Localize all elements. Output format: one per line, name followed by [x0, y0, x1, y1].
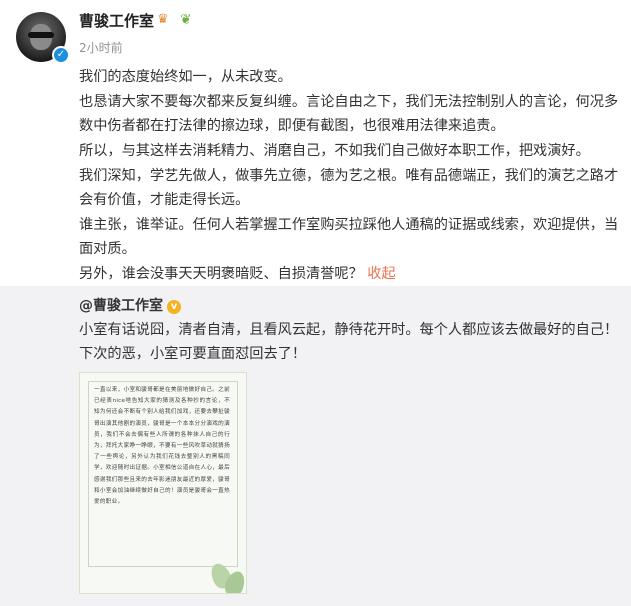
verified-icon: ✓: [52, 46, 70, 64]
username[interactable]: 曹骏工作室: [79, 10, 154, 31]
post-paragraph: 所以，与其这样去消耗精力、消磨自己，不如我们自己做好本职工作，把戏演好。: [79, 143, 590, 159]
gold-verified-icon: v: [167, 300, 181, 314]
repost-username-row[interactable]: @曹骏工作室 v: [79, 295, 181, 315]
post-paragraph: 我们深知，学艺先做人，做事先立德，德为艺之根。唯有品德端正，我们的演艺之路才会有…: [79, 168, 619, 208]
repost-image[interactable]: 一直以来，小室和骏哥都是在美丽地做好自己。之前已经表nice啥告知大家的猜测及各…: [79, 372, 247, 594]
post-paragraph: 我们的态度始终如一，从未改变。: [79, 69, 292, 85]
crown-badge-icon[interactable]: ♛: [157, 13, 173, 27]
repost-username[interactable]: @曹骏工作室: [79, 298, 163, 314]
post-paragraph-last: 另外，谁会没事天天明褒暗贬、自损清誉呢？ 收起: [79, 262, 624, 286]
repost-card[interactable]: @曹骏工作室 v 小室有话说囧，清者自清，且看风云起，静待花开时。每个人都应该去做…: [0, 286, 631, 606]
image-text: 一直以来，小室和骏哥都是在美丽地做好自己。之前已经表nice啥告知大家的猜测及各…: [94, 387, 230, 506]
collapse-link[interactable]: 收起: [367, 266, 395, 282]
repost-text: 小室有话说囧，清者自清，且看风云起，静待花开时。每个人都应该去做最好的自己！下次…: [79, 322, 619, 362]
post-body: 我们的态度始终如一，从未改变。 也恳请大家不要每次都来反复纠缠。言论自由之下，我…: [79, 65, 624, 287]
timestamp[interactable]: 2小时前: [79, 39, 123, 56]
sprout-badge-icon[interactable]: ❦: [180, 12, 196, 28]
post-paragraph: 也恳请大家不要每次都来反复纠缠。言论自由之下，我们无法控制别人的言论，何况多数中…: [79, 94, 619, 134]
avatar-glasses: [28, 32, 54, 38]
post-last-line: 另外，谁会没事天天明褒暗贬、自损清誉呢？: [79, 266, 363, 282]
post-paragraph: 谁主张，谁举证。任何人若掌握工作室购买拉踩他人通稿的证据或线索，欢迎提供，当面对…: [79, 217, 619, 257]
